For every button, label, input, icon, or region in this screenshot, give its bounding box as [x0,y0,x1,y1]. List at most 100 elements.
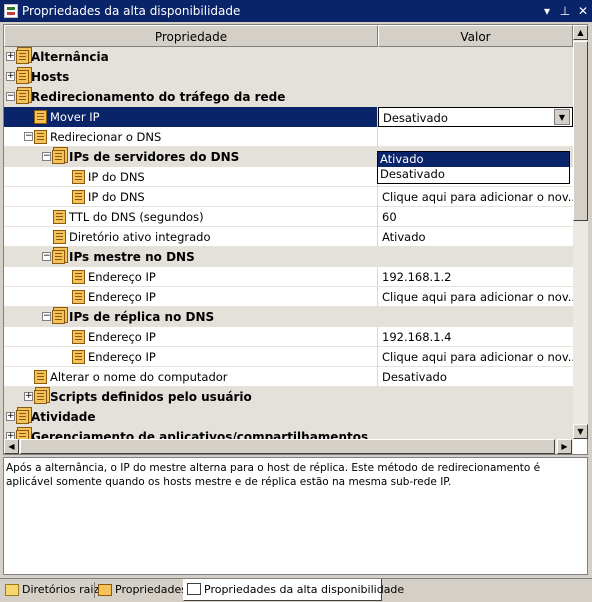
column-header-property[interactable]: Propriedade [4,25,378,47]
expand-plus-icon[interactable]: + [6,52,15,61]
row-value[interactable]: 192.168.1.4 [378,327,573,347]
property-group-icon [16,430,29,439]
row-label: Hosts [31,70,70,84]
dropdown-option-desativado[interactable]: Desativado [378,167,569,182]
scroll-up-icon[interactable]: ▲ [573,25,588,40]
grid-header: Propriedade Valor [4,25,573,47]
row-value [378,307,573,327]
row-value[interactable]: Clique aqui para adicionar o nov... [378,347,573,367]
property-group-icon [16,50,29,64]
property-icon [34,130,47,144]
group-row-hosts[interactable]: + Hosts [4,67,573,87]
row-value [378,87,573,107]
vertical-scroll-thumb[interactable] [573,41,588,221]
folder-icon [5,584,19,596]
row-label: Atividade [31,410,96,424]
property-row-mover-ip[interactable]: Mover IP Desativado ▼ [4,107,573,127]
property-row-ttl-dns[interactable]: TTL do DNS (segundos) 60 [4,207,573,227]
property-row-diretorio-ativo[interactable]: Diretório ativo integrado Ativado [4,227,573,247]
row-label: Alterar o nome do computador [50,370,228,384]
expand-plus-icon[interactable]: + [6,72,15,81]
row-value [378,127,573,147]
property-group-icon [16,70,29,84]
dropdown-option-ativado[interactable]: Ativado [378,152,569,167]
property-group-icon [16,410,29,424]
row-label: IP do DNS [88,190,145,204]
group-row-redirecionamento[interactable]: − Redirecionamento do tráfego da rede [4,87,573,107]
app-icon [4,4,18,18]
dropdown-selected-value: Desativado [383,111,448,125]
tab-label: Propriedades da alta disponibilidade [204,583,405,596]
row-value[interactable]: Ativado [378,227,573,247]
window-menu-button[interactable]: ▾ [538,4,556,18]
row-label: Gerenciamento de aplicativos/compartilha… [31,430,369,439]
property-row-alterar-nome[interactable]: Alterar o nome do computador Desativado [4,367,573,387]
row-label: Diretório ativo integrado [69,230,211,244]
property-icon [72,270,85,284]
collapse-minus-icon[interactable]: − [42,152,51,161]
row-label: IP do DNS [88,170,145,184]
group-row-gerenciamento[interactable]: + Gerenciamento de aplicativos/compartil… [4,427,573,439]
row-value [378,387,573,407]
vertical-scrollbar[interactable]: ▲ ▼ [573,25,588,439]
collapse-minus-icon[interactable]: − [24,132,33,141]
pin-button[interactable]: ⊥ [556,4,574,18]
group-row-atividade[interactable]: + Atividade [4,407,573,427]
property-row-endereco-ip-replica[interactable]: Endereço IP 192.168.1.4 [4,327,573,347]
property-icon [34,110,47,124]
property-grid: Propriedade Valor + Alternância + Hosts … [3,24,588,455]
row-label: IPs de servidores do DNS [69,150,240,164]
row-label: TTL do DNS (segundos) [69,210,204,224]
tab-diretorios-raiz[interactable]: Diretórios raiz [2,580,99,600]
column-header-value[interactable]: Valor [378,25,573,47]
scroll-right-icon[interactable]: ▶ [557,439,572,454]
row-value[interactable]: Desativado [378,367,573,387]
grid-rows: + Alternância + Hosts − Redirecionamento… [4,47,573,439]
expand-plus-icon[interactable]: + [6,432,15,439]
tab-label: Diretórios raiz [22,583,100,596]
chevron-down-icon[interactable]: ▼ [554,109,570,125]
expand-plus-icon[interactable]: + [24,392,33,401]
row-value[interactable]: Clique aqui para adicionar o nov... [378,187,573,207]
property-row-redirecionar-dns[interactable]: − Redirecionar o DNS [4,127,573,147]
property-group-icon [52,150,65,164]
property-icon [53,210,66,224]
group-row-scripts[interactable]: + Scripts definidos pelo usuário [4,387,573,407]
row-label: Mover IP [50,110,100,124]
tab-propriedades[interactable]: Propriedades [95,580,187,600]
property-row-ip-dns-add[interactable]: IP do DNS Clique aqui para adicionar o n… [4,187,573,207]
group-row-ips-mestre-dns[interactable]: − IPs mestre no DNS [4,247,573,267]
tab-propriedades-alta-disponibilidade[interactable]: Propriedades da alta disponibilidade [183,579,404,601]
properties-icon [98,584,112,596]
expand-plus-icon[interactable]: + [6,412,15,421]
row-value[interactable]: Clique aqui para adicionar o nov... [378,287,573,307]
scroll-down-icon[interactable]: ▼ [573,424,588,439]
row-label: Alternância [31,50,109,64]
dropdown-list: Ativado Desativado [377,151,570,184]
row-value [378,67,573,87]
collapse-minus-icon[interactable]: − [42,312,51,321]
horizontal-scroll-thumb[interactable] [20,439,555,454]
row-label: IPs de réplica no DNS [69,310,215,324]
group-row-ips-replica-dns[interactable]: − IPs de réplica no DNS [4,307,573,327]
property-row-endereco-ip[interactable]: Endereço IP 192.168.1.2 [4,267,573,287]
property-icon [72,330,85,344]
collapse-minus-icon[interactable]: − [42,252,51,261]
property-row-endereco-ip-replica-add[interactable]: Endereço IP Clique aqui para adicionar o… [4,347,573,367]
row-label: IPs mestre no DNS [69,250,195,264]
row-label: Endereço IP [88,350,156,364]
property-group-icon [16,90,29,104]
row-label: Redirecionar o DNS [50,130,162,144]
group-row-alternancia[interactable]: + Alternância [4,47,573,67]
row-value[interactable]: 60 [378,207,573,227]
collapse-minus-icon[interactable]: − [6,92,15,101]
value-dropdown[interactable]: Desativado ▼ [378,107,573,127]
close-button[interactable]: ✕ [574,4,592,18]
row-label: Endereço IP [88,290,156,304]
horizontal-scrollbar[interactable]: ◀ ▶ [4,439,573,454]
tab-label: Propriedades [115,583,187,596]
row-value[interactable]: 192.168.1.2 [378,267,573,287]
scroll-left-icon[interactable]: ◀ [4,439,19,454]
row-value [378,247,573,267]
property-row-endereco-ip-add[interactable]: Endereço IP Clique aqui para adicionar o… [4,287,573,307]
